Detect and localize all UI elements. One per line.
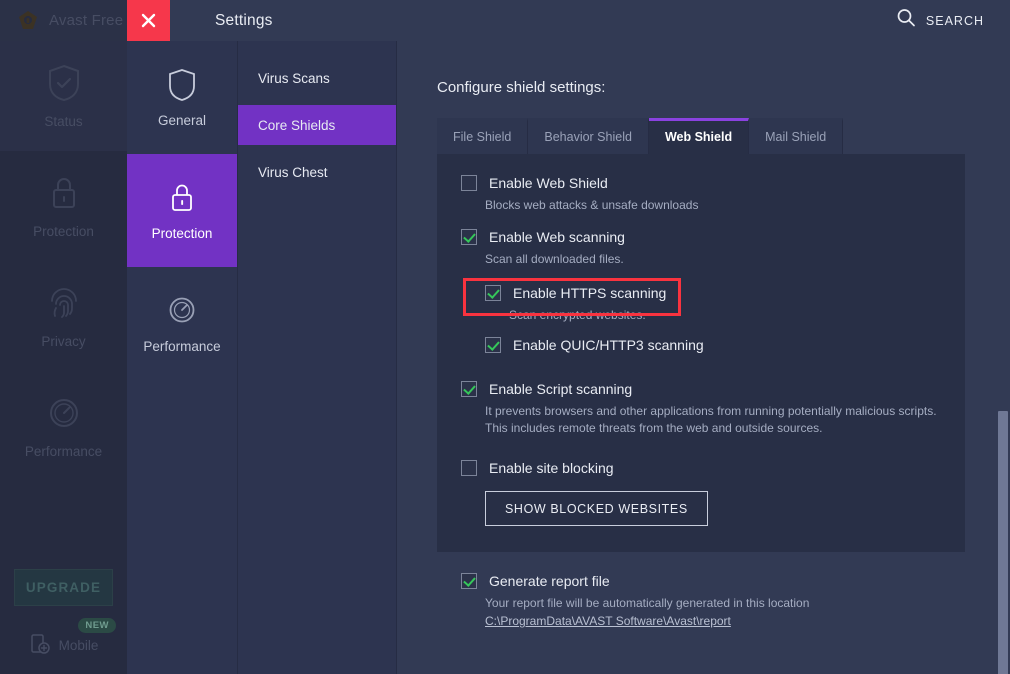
category-label: General [158,113,206,128]
category-performance[interactable]: Performance [127,267,237,380]
search-icon [896,8,916,33]
generate-report-section: Generate report file Your report file wi… [437,552,1010,630]
option-enable-web-scanning: Enable Web scanning Scan all downloaded … [461,228,941,268]
shield-icon [167,68,197,102]
sidebar-spacer [0,481,127,569]
option-enable-web-shield: Enable Web Shield Blocks web attacks & u… [461,174,941,214]
app-root: Avast Free A Status [0,0,1010,674]
option-label: Enable HTTPS scanning [513,284,666,302]
option-description: Scan encrypted websites. [509,307,941,324]
content-scrollbar-thumb[interactable] [998,411,1008,674]
category-protection[interactable]: Protection [127,154,237,267]
shield-check-icon [47,64,81,102]
tab-behavior-shield[interactable]: Behavior Shield [528,118,649,154]
upgrade-button[interactable]: UPGRADE [14,569,113,606]
gauge-icon [47,394,81,432]
search-label: SEARCH [926,14,984,28]
option-label: Enable Script scanning [489,380,632,398]
new-badge: NEW [78,618,116,633]
close-icon [141,13,156,28]
submenu-item-virus-chest[interactable]: Virus Chest [238,152,396,192]
checkbox-enable-script-scanning[interactable] [461,381,477,397]
checkbox-enable-quic-http3-scanning[interactable] [485,337,501,353]
option-label: Enable site blocking [489,459,614,477]
sidebar-item-mobile[interactable]: NEW Mobile [0,616,127,674]
option-enable-https-scanning: Enable HTTPS scanning Scan encrypted web… [485,278,941,324]
tab-mail-shield[interactable]: Mail Shield [749,118,843,154]
settings-content: Configure shield settings: File Shield B… [397,41,1010,674]
checkbox-enable-web-shield[interactable] [461,175,477,191]
report-label: Generate report file [489,572,610,590]
web-shield-panel: Enable Web Shield Blocks web attacks & u… [437,154,965,552]
search-button[interactable]: SEARCH [896,8,984,33]
lock-icon [167,181,197,215]
category-label: Protection [152,226,213,241]
option-label: Enable Web scanning [489,228,625,246]
brand-title: Avast Free A [49,12,137,29]
option-enable-site-blocking: Enable site blocking [461,459,941,477]
category-label: Performance [143,339,220,354]
show-blocked-websites-button[interactable]: SHOW BLOCKED WEBSITES [485,491,708,526]
gauge-icon [167,294,197,328]
submenu-item-core-shields[interactable]: Core Shields [238,105,396,145]
option-label: Enable QUIC/HTTP3 scanning [513,336,704,354]
settings-window: Settings SEARCH General [127,0,1010,674]
app-sidebar: Status Protection [0,41,127,674]
submenu-item-virus-scans[interactable]: Virus Scans [238,58,396,98]
sidebar-item-label: Performance [25,444,102,459]
option-description: Blocks web attacks & unsafe downloads [485,197,941,214]
sidebar-item-label: Privacy [41,334,85,349]
settings-category-column: General Protection [127,41,238,674]
settings-submenu-column: Virus Scans Core Shields Virus Chest [238,41,397,674]
sidebar-item-privacy[interactable]: Privacy [0,261,127,371]
option-enable-script-scanning: Enable Script scanning It prevents brows… [461,380,941,437]
option-label: Enable Web Shield [489,174,608,192]
sidebar-item-protection[interactable]: Protection [0,151,127,261]
report-path-link[interactable]: C:\ProgramData\AVAST Software\Avast\repo… [485,614,731,628]
sidebar-item-status[interactable]: Status [0,41,127,151]
content-scrollbar-track[interactable] [996,41,1010,674]
close-button[interactable] [127,0,170,41]
page-title: Settings [170,12,273,30]
mobile-add-icon [29,633,51,658]
option-enable-quic-http3-scanning: Enable QUIC/HTTP3 scanning [485,336,941,354]
checkbox-enable-site-blocking[interactable] [461,460,477,476]
checkbox-generate-report-file[interactable] [461,573,477,589]
sidebar-item-performance[interactable]: Performance [0,371,127,481]
settings-header: Settings SEARCH [127,0,1010,41]
sidebar-item-label: Status [44,114,82,129]
checkbox-enable-web-scanning[interactable] [461,229,477,245]
option-description: Scan all downloaded files. [485,251,941,268]
category-general[interactable]: General [127,41,237,154]
show-blocked-websites-wrap: SHOW BLOCKED WEBSITES [485,491,941,526]
report-description: Your report file will be automatically g… [485,595,1010,612]
tab-web-shield[interactable]: Web Shield [649,118,749,154]
sidebar-item-label: Protection [33,224,94,239]
option-description: It prevents browsers and other applicati… [485,403,941,437]
content-heading: Configure shield settings: [437,79,1010,96]
avast-logo-icon [16,9,40,33]
fingerprint-icon [47,284,81,322]
shield-tabs: File Shield Behavior Shield Web Shield M… [437,118,1010,154]
sidebar-item-label: Mobile [59,638,99,653]
tab-file-shield[interactable]: File Shield [437,118,528,154]
checkbox-enable-https-scanning[interactable] [485,285,501,301]
brand: Avast Free A [0,9,137,33]
lock-icon [47,174,81,212]
